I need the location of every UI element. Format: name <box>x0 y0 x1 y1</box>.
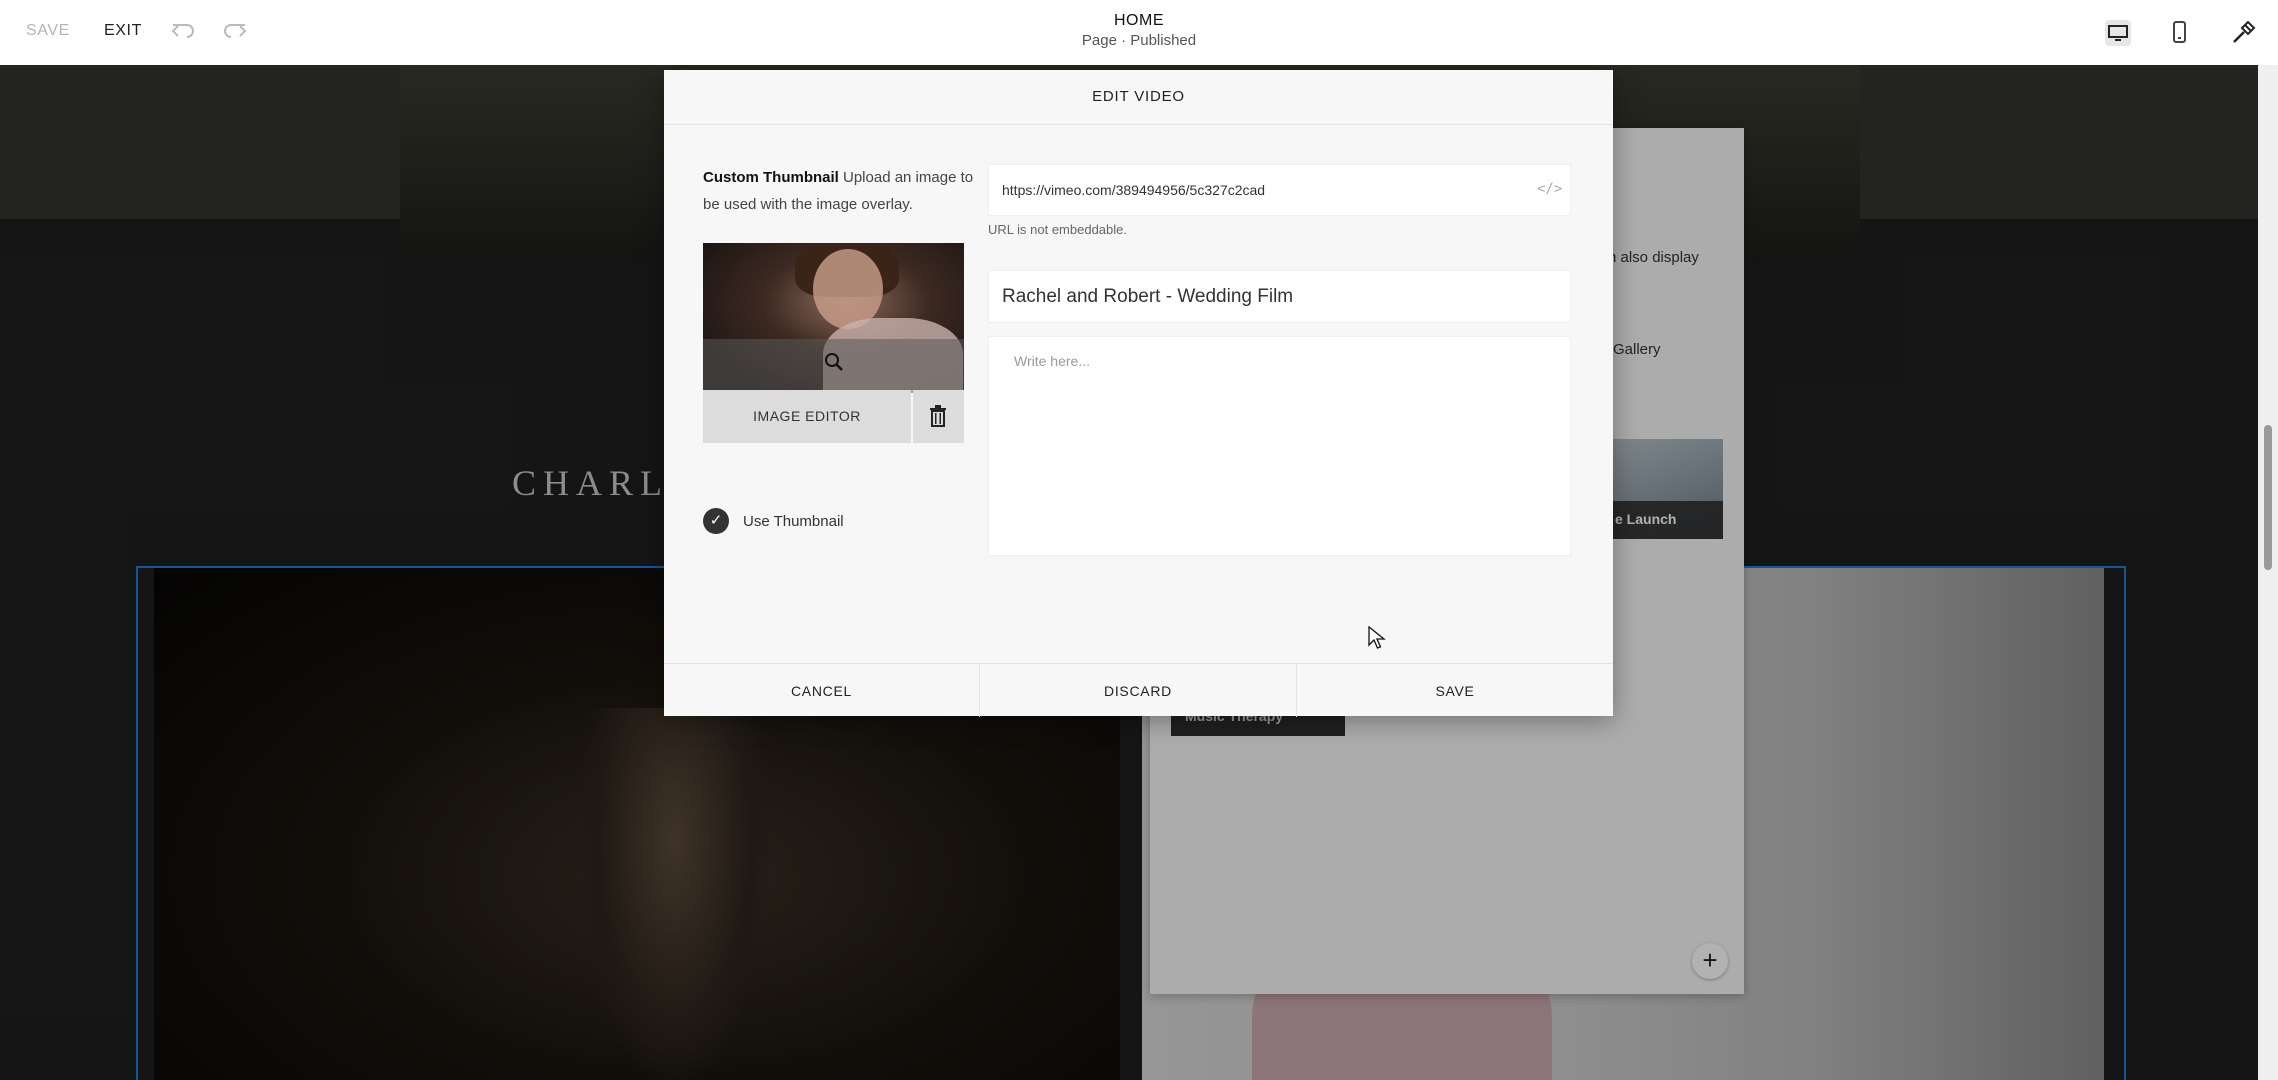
video-url-field[interactable]: </> <box>988 164 1571 216</box>
image-editor-button[interactable]: IMAGE EDITOR <box>703 390 911 443</box>
dialog-title: EDIT VIDEO <box>664 70 1613 125</box>
mobile-icon[interactable] <box>2164 18 2194 48</box>
thumbnail-heading: Custom Thumbnail <box>703 169 839 186</box>
edit-video-dialog: EDIT VIDEO Custom Thumbnail Upload an im… <box>664 70 1613 717</box>
scrollbar-thumb[interactable] <box>2264 425 2272 570</box>
save-dialog-button[interactable]: SAVE <box>1297 664 1613 717</box>
desktop-icon <box>2108 25 2128 41</box>
editor-top-bar: SAVE EXIT HOME Page · Published <box>0 0 2278 65</box>
magnify-icon[interactable] <box>824 352 844 372</box>
page-title[interactable]: HOME <box>1039 12 1239 30</box>
discard-button[interactable]: DISCARD <box>980 664 1297 717</box>
video-description-field[interactable] <box>988 336 1571 556</box>
style-brush-icon[interactable] <box>2228 18 2258 48</box>
redo-icon[interactable] <box>222 18 248 44</box>
cancel-button[interactable]: CANCEL <box>664 664 980 717</box>
undo-icon[interactable] <box>170 18 196 44</box>
embed-code-icon[interactable]: </> <box>1537 181 1562 197</box>
delete-thumbnail-button[interactable] <box>913 390 964 443</box>
video-title-input[interactable] <box>989 271 1570 322</box>
page-status: Page · Published <box>1081 32 1197 49</box>
video-url-input[interactable] <box>989 165 1529 215</box>
dialog-footer: CANCEL DISCARD SAVE <box>664 663 1613 717</box>
exit-button[interactable]: EXIT <box>104 22 142 40</box>
page-scrollbar[interactable] <box>2258 65 2278 1080</box>
url-error-message: URL is not embeddable. <box>988 222 1127 237</box>
thumbnail-description: Custom Thumbnail Upload an image to be u… <box>703 164 983 218</box>
video-description-input[interactable] <box>989 337 1570 555</box>
trash-icon <box>930 405 946 427</box>
save-button[interactable]: SAVE <box>26 22 70 40</box>
use-thumbnail-checkbox[interactable]: ✓ <box>703 508 729 534</box>
video-title-field[interactable] <box>988 270 1571 323</box>
desktop-view-button[interactable] <box>2105 20 2131 46</box>
mouse-cursor-icon <box>1368 626 1386 649</box>
use-thumbnail-label[interactable]: Use Thumbnail <box>743 513 844 530</box>
